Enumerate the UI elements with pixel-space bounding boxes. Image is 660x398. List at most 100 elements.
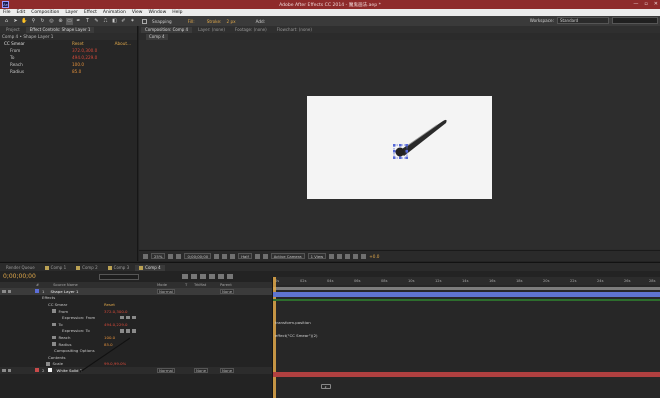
- property-value[interactable]: 85.0: [72, 68, 81, 75]
- menu-effect[interactable]: Effect: [84, 10, 97, 15]
- lock-icon[interactable]: [7, 368, 11, 373]
- stopwatch-icon[interactable]: [52, 322, 56, 327]
- zoom-select[interactable]: 25%: [151, 253, 166, 259]
- property-row-cc-smear[interactable]: CC Smear Reset: [0, 301, 272, 308]
- fill-label[interactable]: Fill:: [188, 19, 195, 24]
- exposure-value[interactable]: +0.0: [369, 254, 379, 259]
- layer-name[interactable]: Shape Layer 1: [50, 289, 78, 294]
- rotate-tool-icon[interactable]: ↻: [39, 18, 46, 25]
- search-help-input[interactable]: [612, 17, 658, 24]
- column-source-name[interactable]: Source Name: [53, 283, 78, 287]
- menu-window[interactable]: Window: [149, 10, 167, 15]
- visibility-eye-icon[interactable]: [2, 289, 6, 294]
- snapping-checkbox[interactable]: [142, 18, 147, 24]
- fast-preview-icon[interactable]: [337, 253, 343, 259]
- effect-row-from[interactable]: From 372.0,300.0: [0, 47, 137, 54]
- graph-editor-icon[interactable]: [226, 274, 233, 279]
- expression-row-from[interactable]: Expression: From: [0, 314, 272, 321]
- show-snapshot-icon[interactable]: [222, 253, 228, 259]
- motion-blur-icon[interactable]: [217, 274, 224, 279]
- tab-comp-1[interactable]: Comp 1: [41, 265, 71, 272]
- selection-tool-icon[interactable]: ➤: [12, 18, 19, 25]
- lock-icon[interactable]: [7, 289, 11, 294]
- layer-row-shape-layer-1[interactable]: 1 Shape Layer 1 Normal None: [0, 288, 272, 295]
- camera-tool-icon[interactable]: ◎: [48, 18, 55, 25]
- stopwatch-icon[interactable]: [46, 362, 50, 366]
- menu-view[interactable]: View: [132, 10, 143, 15]
- roto-brush-tool-icon[interactable]: ✐: [120, 18, 127, 25]
- tab-render-queue[interactable]: Render Queue: [2, 265, 39, 272]
- tab-comp-4[interactable]: Comp 4: [135, 264, 165, 271]
- timeline-icon[interactable]: [345, 253, 351, 259]
- puppet-tool-icon[interactable]: ✶: [129, 18, 136, 25]
- comp-canvas[interactable]: [307, 96, 492, 199]
- pixel-aspect-icon[interactable]: [329, 253, 335, 259]
- layer-parent-select[interactable]: None: [220, 288, 235, 294]
- about-link[interactable]: About...: [115, 40, 131, 47]
- effect-row-to[interactable]: To 494.0,229.0: [0, 54, 137, 61]
- effect-row-radius[interactable]: Radius 85.0: [0, 68, 137, 75]
- tab-composition[interactable]: Composition: Comp 4: [141, 27, 193, 33]
- brush-tool-icon[interactable]: ✎: [93, 18, 100, 25]
- property-value[interactable]: 494.0,229.0: [72, 54, 97, 61]
- timeline-timecode[interactable]: 0;00;00;00: [3, 273, 36, 280]
- property-row-from[interactable]: From 372.0,300.0: [0, 308, 272, 315]
- property-value[interactable]: 494.0,229.0: [104, 322, 128, 327]
- reset-link[interactable]: Reset: [104, 302, 115, 307]
- expression-enable-icon[interactable]: [120, 315, 124, 320]
- flowchart-icon[interactable]: [353, 253, 359, 259]
- safe-zones-icon[interactable]: [168, 253, 174, 259]
- timeline-graph[interactable]: 0s 02s 04s 06s 08s 10s 12s 14s 16s 18s 2…: [272, 277, 660, 398]
- channel-icon[interactable]: [230, 253, 236, 259]
- menu-composition[interactable]: Composition: [31, 10, 59, 15]
- tab-comp-2[interactable]: Comp 2: [72, 265, 102, 272]
- always-preview-icon[interactable]: [143, 253, 148, 259]
- layer-bar-white-solid-2[interactable]: [273, 372, 660, 377]
- workspace-select[interactable]: Standard: [557, 17, 609, 24]
- minimize-button[interactable]: —: [633, 1, 638, 7]
- layer-search-input[interactable]: [98, 273, 139, 280]
- layer-label-color[interactable]: [35, 289, 39, 294]
- camera-select[interactable]: Active Camera: [270, 253, 305, 259]
- menu-animation[interactable]: Animation: [103, 10, 126, 15]
- transparency-grid-icon[interactable]: [262, 253, 268, 259]
- tab-flowchart[interactable]: Flowchart: (none): [273, 27, 316, 33]
- effect-row-reach[interactable]: Reach 100.0: [0, 61, 137, 68]
- hand-tool-icon[interactable]: ✋: [21, 18, 28, 25]
- stopwatch-icon[interactable]: [52, 342, 56, 346]
- pan-behind-tool-icon[interactable]: ⊕: [57, 18, 64, 25]
- expression-pickwhip-icon[interactable]: [132, 315, 136, 320]
- tab-comp-3[interactable]: Comp 3: [104, 265, 134, 272]
- frame-blending-icon[interactable]: [208, 274, 215, 279]
- stopwatch-icon[interactable]: [52, 309, 56, 313]
- hide-shy-layers-icon[interactable]: [199, 274, 206, 279]
- eraser-tool-icon[interactable]: ◧: [111, 18, 118, 25]
- stroke-label[interactable]: Stroke:: [207, 19, 222, 24]
- layer-trkmat-select[interactable]: None: [194, 367, 209, 373]
- expression-text-from[interactable]: transform.position: [275, 320, 311, 325]
- tab-footage[interactable]: Footage: (none): [231, 27, 271, 33]
- rectangle-tool-icon[interactable]: ▭: [66, 17, 73, 25]
- property-row-effects[interactable]: Effects: [0, 295, 272, 302]
- composition-viewer[interactable]: [139, 40, 660, 249]
- resolution-select[interactable]: Half: [238, 253, 252, 259]
- draft-3d-icon[interactable]: [190, 274, 197, 279]
- property-value[interactable]: 372.0,300.0: [72, 47, 97, 54]
- layer-mode-select[interactable]: Normal: [157, 288, 176, 294]
- work-area-bar[interactable]: [273, 287, 660, 290]
- clone-stamp-tool-icon[interactable]: ⎍: [102, 18, 109, 25]
- region-of-interest-icon[interactable]: [254, 253, 260, 259]
- current-time-display[interactable]: 0;00;00;00: [184, 253, 212, 259]
- toggle-switches-modes-icon[interactable]: ◐: [321, 384, 331, 389]
- property-value[interactable]: 372.0,300.0: [104, 309, 128, 314]
- add-label[interactable]: Add:: [256, 19, 266, 24]
- pen-tool-icon[interactable]: ✒: [75, 18, 82, 25]
- time-ruler[interactable]: 0s 02s 04s 06s 08s 10s 12s 14s 16s 18s 2…: [273, 277, 660, 285]
- menu-file[interactable]: File: [3, 10, 11, 15]
- mask-visibility-icon[interactable]: [176, 253, 182, 259]
- visibility-eye-icon[interactable]: [2, 368, 6, 373]
- type-tool-icon[interactable]: T: [84, 18, 91, 25]
- snapshot-camera-icon[interactable]: [214, 253, 220, 259]
- stroke-size[interactable]: 2 px: [226, 19, 235, 24]
- expression-graph-icon[interactable]: [126, 315, 130, 320]
